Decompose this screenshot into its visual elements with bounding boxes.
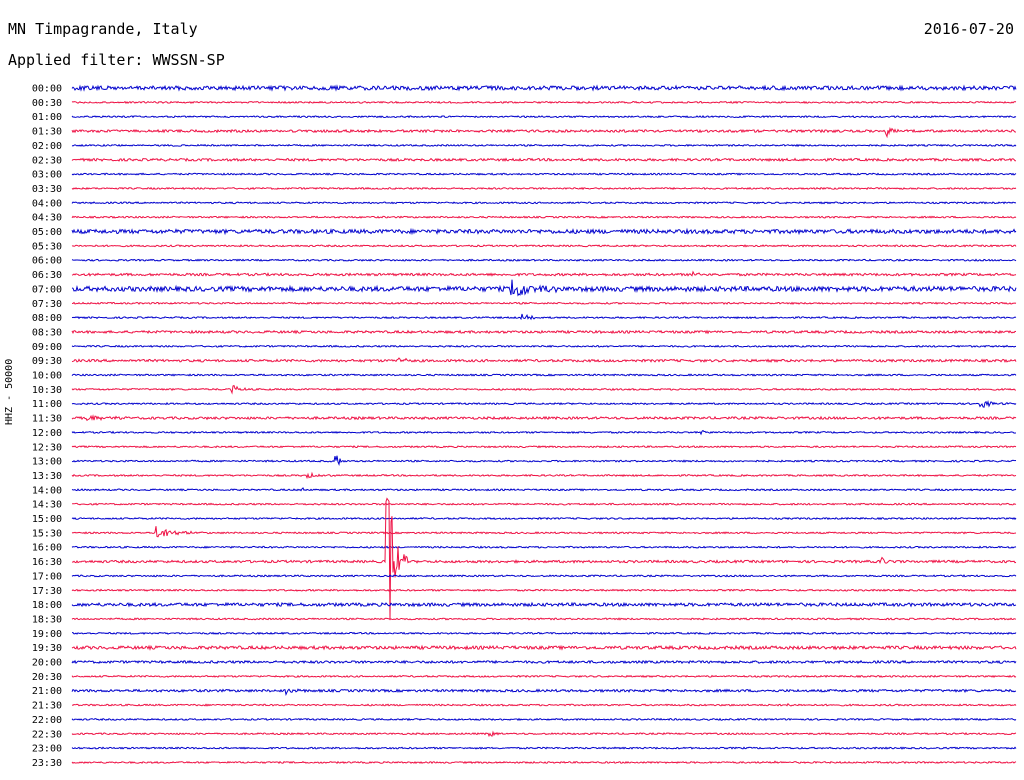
row-label: 08:00 — [32, 313, 62, 324]
row-label: 10:30 — [32, 385, 62, 396]
row-label: 22:00 — [32, 715, 62, 726]
row-label: 08:30 — [32, 327, 62, 338]
row-label: 02:00 — [32, 141, 62, 152]
trace-line — [71, 631, 1017, 635]
row-label: 01:00 — [32, 112, 62, 123]
row-label: 11:00 — [32, 399, 62, 410]
trace-line — [71, 760, 1017, 765]
trace-line — [71, 115, 1017, 119]
row-label: 03:00 — [32, 170, 62, 181]
trace-line — [71, 399, 1017, 408]
trace-line — [71, 373, 1017, 377]
row-label: 00:30 — [32, 98, 62, 109]
trace-line — [71, 574, 1017, 578]
trace-line — [71, 215, 1017, 219]
row-label: 20:30 — [32, 672, 62, 683]
trace-line — [71, 516, 1017, 521]
row-label: 09:30 — [32, 356, 62, 367]
row-label: 03:30 — [32, 184, 62, 195]
row-label: 17:30 — [32, 586, 62, 597]
trace-line — [71, 644, 1017, 651]
trace-line — [71, 471, 1017, 480]
trace-line — [71, 126, 1017, 139]
row-label: 07:00 — [32, 284, 62, 295]
row-label: 19:00 — [32, 629, 62, 640]
row-label: 05:00 — [32, 227, 62, 238]
trace-line — [71, 100, 1017, 105]
row-label: 10:00 — [32, 371, 62, 382]
row-label: 04:00 — [32, 198, 62, 209]
row-label: 16:30 — [32, 557, 62, 568]
trace-line — [71, 258, 1017, 262]
trace-line — [71, 659, 1017, 665]
trace-line — [71, 497, 1017, 621]
row-label: 15:00 — [32, 514, 62, 525]
trace-line — [71, 730, 1017, 738]
row-label: 12:00 — [32, 428, 62, 439]
trace-line — [71, 313, 1017, 321]
trace-line — [71, 201, 1017, 205]
trace-line — [71, 455, 1017, 466]
trace-line — [71, 244, 1017, 248]
row-label: 11:30 — [32, 414, 62, 425]
row-label: 06:00 — [32, 256, 62, 267]
seismogram-plot: 00:00 00:30 01:00 01:30 02:00 02:30 03:00 03:30… — [32, 84, 1017, 769]
trace-line — [71, 429, 1017, 436]
trace-lines — [71, 84, 1017, 765]
row-label: 09:00 — [32, 342, 62, 353]
row-label: 22:30 — [32, 729, 62, 740]
trace-line — [71, 279, 1017, 297]
trace-line — [71, 445, 1017, 449]
trace-line — [71, 545, 1017, 549]
trace-line — [71, 186, 1017, 191]
trace-line — [71, 746, 1017, 750]
trace-line — [71, 526, 1017, 538]
trace-line — [71, 301, 1017, 305]
trace-line — [71, 414, 1017, 422]
row-label: 21:00 — [32, 686, 62, 697]
trace-line — [71, 588, 1017, 592]
row-label: 16:00 — [32, 543, 62, 554]
row-label: 14:00 — [32, 485, 62, 496]
row-label: 20:00 — [32, 658, 62, 669]
row-label: 21:30 — [32, 701, 62, 712]
trace-line — [71, 84, 1017, 92]
row-label: 01:30 — [32, 127, 62, 138]
trace-line — [71, 357, 1017, 363]
trace-line — [71, 143, 1017, 148]
trace-line — [71, 502, 1017, 506]
row-label: 18:00 — [32, 600, 62, 611]
row-label: 14:30 — [32, 500, 62, 511]
row-label: 07:30 — [32, 299, 62, 310]
row-label: 12:30 — [32, 442, 62, 453]
trace-line — [71, 487, 1017, 492]
row-label: 19:30 — [32, 643, 62, 654]
trace-line — [71, 157, 1017, 163]
row-label: 00:00 — [32, 84, 62, 95]
row-label: 13:30 — [32, 471, 62, 482]
row-label: 05:30 — [32, 241, 62, 252]
row-label: 17:00 — [32, 571, 62, 582]
trace-line — [71, 329, 1017, 335]
trace-line — [71, 172, 1017, 176]
row-label: 04:30 — [32, 213, 62, 224]
trace-line — [71, 227, 1017, 236]
trace-line — [71, 384, 1017, 395]
row-label: 02:30 — [32, 155, 62, 166]
trace-line — [71, 601, 1017, 608]
trace-line — [71, 688, 1017, 696]
trace-line — [71, 344, 1017, 348]
row-label: 15:30 — [32, 528, 62, 539]
row-label: 13:00 — [32, 457, 62, 468]
time-tick-labels: 00:00 00:30 01:00 01:30 02:00 02:30 03:00 03:30… — [32, 84, 62, 769]
trace-line — [71, 617, 1017, 621]
row-label: 23:30 — [32, 758, 62, 769]
row-label: 06:30 — [32, 270, 62, 281]
row-label: 23:00 — [32, 744, 62, 755]
trace-line — [71, 270, 1017, 277]
trace-line — [71, 702, 1017, 707]
row-label: 18:30 — [32, 614, 62, 625]
trace-line — [71, 674, 1017, 679]
trace-line — [71, 717, 1017, 722]
